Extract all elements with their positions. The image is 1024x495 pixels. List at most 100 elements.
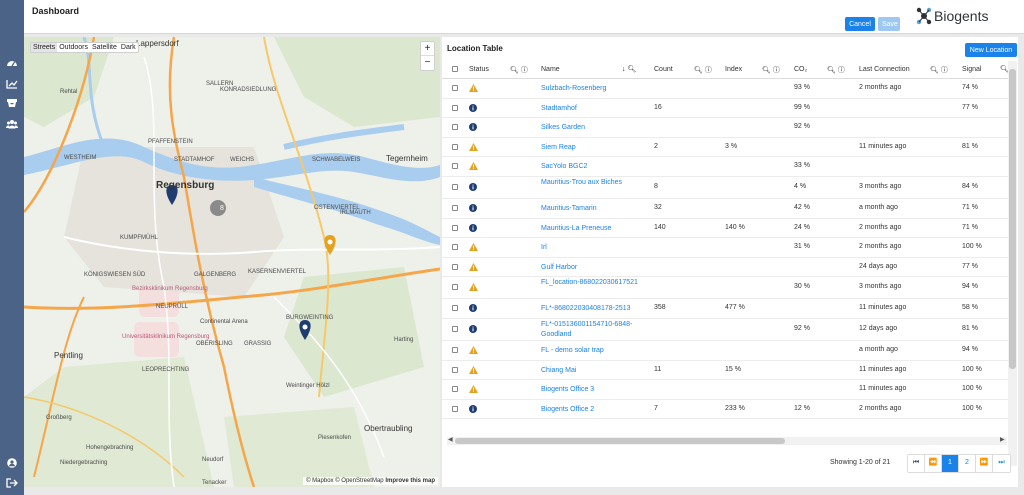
last-page-icon[interactable]: ⏭ <box>993 455 1010 472</box>
new-location-button[interactable]: New Location <box>965 43 1017 57</box>
row-checkbox[interactable] <box>452 104 458 111</box>
index-filter-icons[interactable]: 🔍︎ ⓘ <box>762 65 780 75</box>
table-row[interactable]: SacYolo BGC2 33 % <box>442 157 1008 177</box>
cell-name[interactable]: Mauritius-Trou aux Biches <box>541 178 653 188</box>
table-row[interactable]: Siem Reap 2 3 % 11 minutes ago 81 % <box>442 138 1008 158</box>
column-header-index[interactable]: Index <box>725 66 742 73</box>
table-row[interactable]: Silkes Garden 92 % <box>442 118 1008 138</box>
table-row[interactable]: FL_location-868022030617521 30 % 3 months … <box>442 277 1008 300</box>
table-row[interactable]: Mauritius-La Preneuse 140 140 % 24 % 2 month… <box>442 219 1008 239</box>
count-filter-icons[interactable]: 🔍︎ ⓘ <box>694 65 712 75</box>
map-canvas[interactable] <box>24 37 440 487</box>
table-row[interactable]: FL*-868022030408178-2513 358 477 % 11 minut… <box>442 299 1008 319</box>
map-style-streets[interactable]: Streets <box>31 43 58 52</box>
speedometer-icon[interactable] <box>6 58 18 68</box>
cell-name[interactable]: FL - demo solar trap <box>541 346 653 356</box>
row-checkbox[interactable] <box>452 184 458 190</box>
last-connection-filter-icons[interactable]: 🔍︎ ⓘ <box>930 65 948 75</box>
column-header-count[interactable]: Count <box>654 66 673 73</box>
table-row[interactable]: Chiang Mai 11 15 % 11 minutes ago 100 % <box>442 361 1008 381</box>
row-checkbox[interactable] <box>452 244 458 251</box>
table-row[interactable]: FL - demo solar trap a month ago 94 % <box>442 341 1008 361</box>
column-header-co2[interactable]: CO₂ <box>794 66 807 73</box>
next-page-icon[interactable]: ⏩ <box>976 455 993 472</box>
info-icon <box>469 183 478 191</box>
row-checkbox[interactable] <box>452 405 458 412</box>
cell-name[interactable]: Siem Reap <box>541 143 653 153</box>
row-checkbox[interactable] <box>452 224 458 231</box>
cell-signal: 58 % <box>962 304 978 312</box>
column-header-status[interactable]: Status <box>469 66 489 73</box>
table-row[interactable]: Sulzbach-Rosenberg 93 % 2 months ago 74 % <box>442 79 1008 99</box>
row-checkbox[interactable] <box>452 366 458 373</box>
cell-name[interactable]: FL*-868022030408178-2513 <box>541 304 653 314</box>
page-1-button[interactable]: 1 <box>942 455 959 472</box>
table-row[interactable]: Biogents Office 2 7 233 % 12 % 2 months ago 1… <box>442 400 1008 420</box>
cell-name[interactable]: SacYolo BGC2 <box>541 162 653 172</box>
users-icon[interactable] <box>6 119 18 129</box>
table-row[interactable]: Irl 31 % 2 months ago 100 % <box>442 238 1008 258</box>
name-sort-search-icons[interactable]: ↓ 🔍︎ <box>622 65 636 73</box>
vertical-scrollbar[interactable] <box>1008 61 1017 466</box>
row-checkbox[interactable] <box>452 85 458 91</box>
map-label: Universitätsklinikum Regensburg <box>122 334 210 340</box>
first-page-icon[interactable]: ⏮ <box>908 455 925 472</box>
cell-name[interactable]: Silkes Garden <box>541 123 653 133</box>
status-filter-icons[interactable]: 🔍︎ ⓘ <box>510 65 528 75</box>
map-style-dark[interactable]: Dark <box>119 43 138 52</box>
chart-line-icon[interactable] <box>6 79 18 89</box>
column-header-signal[interactable]: Signal <box>962 66 981 73</box>
table-row[interactable]: Gulf Harbor 24 days ago 77 % <box>442 258 1008 278</box>
improve-map-link[interactable]: Improve this map <box>385 478 435 484</box>
zoom-out-button[interactable]: − <box>421 56 434 70</box>
row-checkbox[interactable] <box>452 326 458 332</box>
table-row[interactable]: Mauritius-Trou aux Biches 8 4 % 3 months ag… <box>442 177 1008 199</box>
column-header-name[interactable]: Name <box>541 66 560 73</box>
cancel-button[interactable]: Cancel <box>845 17 875 31</box>
row-checkbox[interactable] <box>452 305 458 312</box>
cell-name[interactable]: Sulzbach-Rosenberg <box>541 84 653 94</box>
table-row[interactable]: Mauritius-Tamarin 32 42 % a month ago 71 % <box>442 199 1008 219</box>
row-checkbox[interactable] <box>452 205 458 211</box>
row-checkbox[interactable] <box>452 124 458 131</box>
cell-name[interactable]: Irl <box>541 243 653 253</box>
select-all-checkbox[interactable] <box>452 66 458 72</box>
scroll-right-arrow-icon[interactable]: ▶ <box>1000 436 1005 443</box>
vertical-scroll-thumb[interactable] <box>1009 69 1016 369</box>
table-row[interactable]: FL*-015136001154710-6848-Goodland 92 % 12 … <box>442 319 1008 341</box>
horizontal-scrollbar[interactable]: ◀ ▶ <box>447 437 1007 445</box>
cell-name[interactable]: Biogents Office 2 <box>541 405 653 415</box>
map-panel[interactable]: 8 Lappersdorf Rehtal Regensburg Tegernhe… <box>24 37 440 487</box>
user-circle-icon[interactable] <box>6 458 18 468</box>
save-button[interactable]: Save <box>878 17 900 31</box>
app: Dashboard Cancel Save Biogents 8 Lappers… <box>0 0 1024 495</box>
trap-icon[interactable] <box>6 98 18 108</box>
table-row[interactable]: Biogents Office 3 11 minutes ago 100 % <box>442 380 1008 400</box>
cell-name[interactable]: Stadtamhof <box>541 104 653 114</box>
row-checkbox[interactable] <box>452 263 458 270</box>
row-checkbox[interactable] <box>452 284 458 291</box>
scroll-left-arrow-icon[interactable]: ◀ <box>448 436 453 443</box>
cell-name[interactable]: Mauritius-La Preneuse <box>541 224 653 234</box>
map-style-satellite[interactable]: Satellite <box>90 43 119 52</box>
cell-name[interactable]: Biogents Office 3 <box>541 385 653 395</box>
previous-page-icon[interactable]: ⏪ <box>925 455 942 472</box>
row-checkbox[interactable] <box>452 386 458 393</box>
column-header-last-connection[interactable]: Last Connection <box>859 66 910 73</box>
logout-icon[interactable] <box>6 478 18 488</box>
co2-filter-icons[interactable]: 🔍︎ ⓘ <box>827 65 845 75</box>
table-row[interactable]: Stadtamhof 16 99 % 77 % <box>442 99 1008 119</box>
cell-name[interactable]: FL_location-868022030617521 <box>541 278 653 288</box>
row-checkbox[interactable] <box>452 143 458 150</box>
zoom-in-button[interactable]: + <box>421 42 434 56</box>
row-checkbox[interactable] <box>452 163 458 170</box>
page-2-button[interactable]: 2 <box>959 455 976 472</box>
cell-name[interactable]: Gulf Harbor <box>541 263 653 273</box>
cell-name[interactable]: Mauritius-Tamarin <box>541 204 653 214</box>
map-style-outdoors[interactable]: Outdoors <box>57 43 90 52</box>
cell-name[interactable]: FL*-015136001154710-6848-Goodland <box>541 320 653 340</box>
row-checkbox[interactable] <box>452 347 458 353</box>
cell-name[interactable]: Chiang Mai <box>541 366 653 376</box>
horizontal-scroll-thumb[interactable] <box>455 438 785 444</box>
cell-last-connection: 2 months ago <box>859 243 902 251</box>
